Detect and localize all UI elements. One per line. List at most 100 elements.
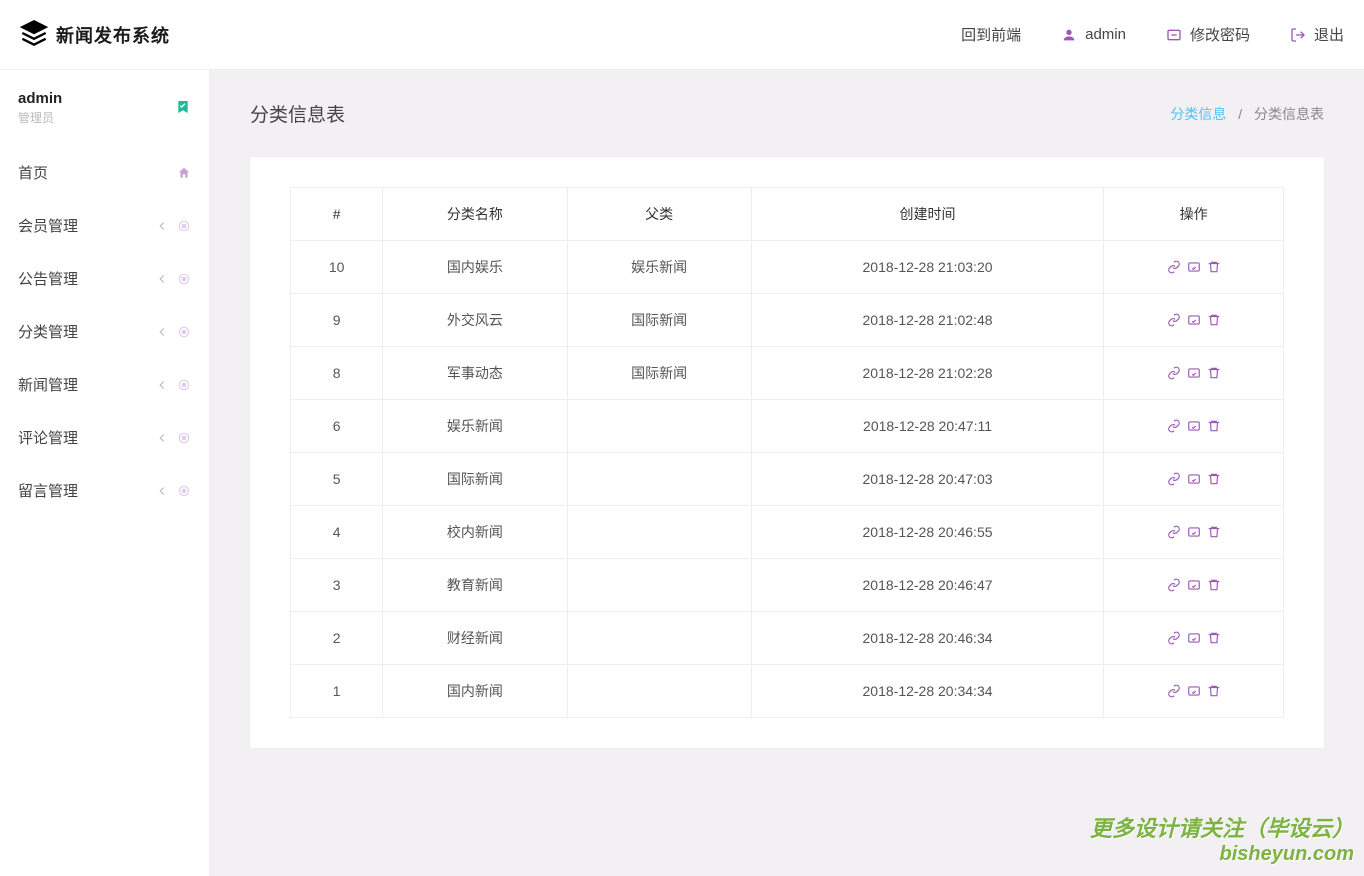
- table-row: 9外交风云国际新闻2018-12-28 21:02:48: [291, 294, 1284, 347]
- sidebar-item-5[interactable]: 评论管理: [0, 411, 209, 464]
- delete-icon[interactable]: [1207, 366, 1221, 380]
- table-cell-parent: [567, 400, 751, 453]
- delete-icon[interactable]: [1207, 260, 1221, 274]
- link-icon[interactable]: [1167, 366, 1181, 380]
- table-cell-id: 6: [291, 400, 383, 453]
- target-icon: [177, 484, 191, 498]
- delete-icon[interactable]: [1207, 525, 1221, 539]
- chevron-left-icon: [155, 325, 169, 339]
- sidebar-item-label: 留言管理: [18, 480, 78, 501]
- delete-icon[interactable]: [1207, 472, 1221, 486]
- nav-frontend-label: 回到前端: [961, 24, 1021, 45]
- delete-icon[interactable]: [1207, 419, 1221, 433]
- table-cell-id: 5: [291, 453, 383, 506]
- menu-expand-icons: [155, 484, 191, 498]
- link-icon[interactable]: [1167, 260, 1181, 274]
- sidebar-item-1[interactable]: 会员管理: [0, 199, 209, 252]
- link-icon[interactable]: [1167, 419, 1181, 433]
- table-cell-parent: 国际新闻: [567, 294, 751, 347]
- delete-icon[interactable]: [1207, 313, 1221, 327]
- sidebar: admin 管理员 首页会员管理公告管理分类管理新闻管理评论管理留言管理: [0, 70, 210, 876]
- table-cell-parent: 娱乐新闻: [567, 241, 751, 294]
- breadcrumb-link[interactable]: 分类信息: [1170, 106, 1226, 122]
- edit-icon[interactable]: [1187, 366, 1201, 380]
- logo-area: 新闻发布系统: [20, 19, 170, 50]
- table-cell-actions: [1104, 612, 1284, 665]
- table-cell-created: 2018-12-28 21:02:48: [751, 294, 1104, 347]
- table-cell-name: 国内新闻: [383, 665, 567, 718]
- link-icon[interactable]: [1167, 684, 1181, 698]
- sidebar-item-4[interactable]: 新闻管理: [0, 358, 209, 411]
- table-cell-name: 军事动态: [383, 347, 567, 400]
- table-cell-created: 2018-12-28 21:03:20: [751, 241, 1104, 294]
- sidebar-item-label: 分类管理: [18, 321, 78, 342]
- sidebar-item-label: 公告管理: [18, 268, 78, 289]
- table-header-cell: 父类: [567, 188, 751, 241]
- bookmark-icon: [175, 99, 191, 118]
- edit-icon[interactable]: [1187, 684, 1201, 698]
- link-icon[interactable]: [1167, 631, 1181, 645]
- sidebar-user-block: admin 管理员: [0, 70, 209, 146]
- edit-icon[interactable]: [1187, 260, 1201, 274]
- table-row: 3教育新闻2018-12-28 20:46:47: [291, 559, 1284, 612]
- edit-icon[interactable]: [1187, 419, 1201, 433]
- table-cell-name: 外交风云: [383, 294, 567, 347]
- table-cell-actions: [1104, 453, 1284, 506]
- table-cell-id: 9: [291, 294, 383, 347]
- sidebar-item-0[interactable]: 首页: [0, 146, 209, 199]
- sidebar-item-2[interactable]: 公告管理: [0, 252, 209, 305]
- top-nav: 回到前端 admin 修改密码 退出: [961, 24, 1344, 45]
- edit-icon: [1166, 27, 1182, 43]
- edit-icon[interactable]: [1187, 578, 1201, 592]
- menu-expand-icons: [155, 378, 191, 392]
- table-cell-name: 国际新闻: [383, 453, 567, 506]
- edit-icon[interactable]: [1187, 472, 1201, 486]
- table-cell-actions: [1104, 241, 1284, 294]
- delete-icon[interactable]: [1207, 631, 1221, 645]
- table-cell-created: 2018-12-28 20:47:03: [751, 453, 1104, 506]
- breadcrumb-current: 分类信息表: [1254, 106, 1324, 122]
- sidebar-item-3[interactable]: 分类管理: [0, 305, 209, 358]
- logo-icon: [20, 19, 48, 50]
- table-cell-parent: [567, 665, 751, 718]
- delete-icon[interactable]: [1207, 578, 1221, 592]
- main-content: 分类信息表 分类信息 / 分类信息表 #分类名称父类创建时间操作 10国内娱乐娱…: [210, 70, 1364, 876]
- table-header-cell: 创建时间: [751, 188, 1104, 241]
- chevron-left-icon: [155, 378, 169, 392]
- link-icon[interactable]: [1167, 313, 1181, 327]
- menu-expand-icons: [155, 219, 191, 233]
- table-cell-name: 校内新闻: [383, 506, 567, 559]
- chevron-left-icon: [155, 431, 169, 445]
- nav-password-label: 修改密码: [1190, 24, 1250, 45]
- table-cell-id: 4: [291, 506, 383, 559]
- table-cell-created: 2018-12-28 20:46:55: [751, 506, 1104, 559]
- nav-password-link[interactable]: 修改密码: [1166, 24, 1250, 45]
- menu-expand-icons: [155, 272, 191, 286]
- table-cell-created: 2018-12-28 20:34:34: [751, 665, 1104, 718]
- edit-icon[interactable]: [1187, 313, 1201, 327]
- link-icon[interactable]: [1167, 472, 1181, 486]
- target-icon: [177, 431, 191, 445]
- target-icon: [177, 272, 191, 286]
- sidebar-menu: 首页会员管理公告管理分类管理新闻管理评论管理留言管理: [0, 146, 209, 517]
- table-cell-name: 娱乐新闻: [383, 400, 567, 453]
- breadcrumb-sep: /: [1238, 106, 1242, 122]
- edit-icon[interactable]: [1187, 631, 1201, 645]
- table-header-cell: 操作: [1104, 188, 1284, 241]
- table-cell-actions: [1104, 294, 1284, 347]
- edit-icon[interactable]: [1187, 525, 1201, 539]
- link-icon[interactable]: [1167, 525, 1181, 539]
- nav-frontend-link[interactable]: 回到前端: [961, 24, 1021, 45]
- nav-user-link[interactable]: admin: [1061, 26, 1126, 43]
- nav-logout-link[interactable]: 退出: [1290, 24, 1344, 45]
- table-row: 5国际新闻 2018-12-28 20:47:03: [291, 453, 1284, 506]
- link-icon[interactable]: [1167, 578, 1181, 592]
- chevron-left-icon: [155, 272, 169, 286]
- table-row: 10国内娱乐娱乐新闻2018-12-28 21:03:20: [291, 241, 1284, 294]
- table-body: 10国内娱乐娱乐新闻2018-12-28 21:03:209外交风云国际新闻20…: [291, 241, 1284, 718]
- target-icon: [177, 325, 191, 339]
- category-table: #分类名称父类创建时间操作 10国内娱乐娱乐新闻2018-12-28 21:03…: [290, 187, 1284, 718]
- target-icon: [177, 219, 191, 233]
- delete-icon[interactable]: [1207, 684, 1221, 698]
- sidebar-item-6[interactable]: 留言管理: [0, 464, 209, 517]
